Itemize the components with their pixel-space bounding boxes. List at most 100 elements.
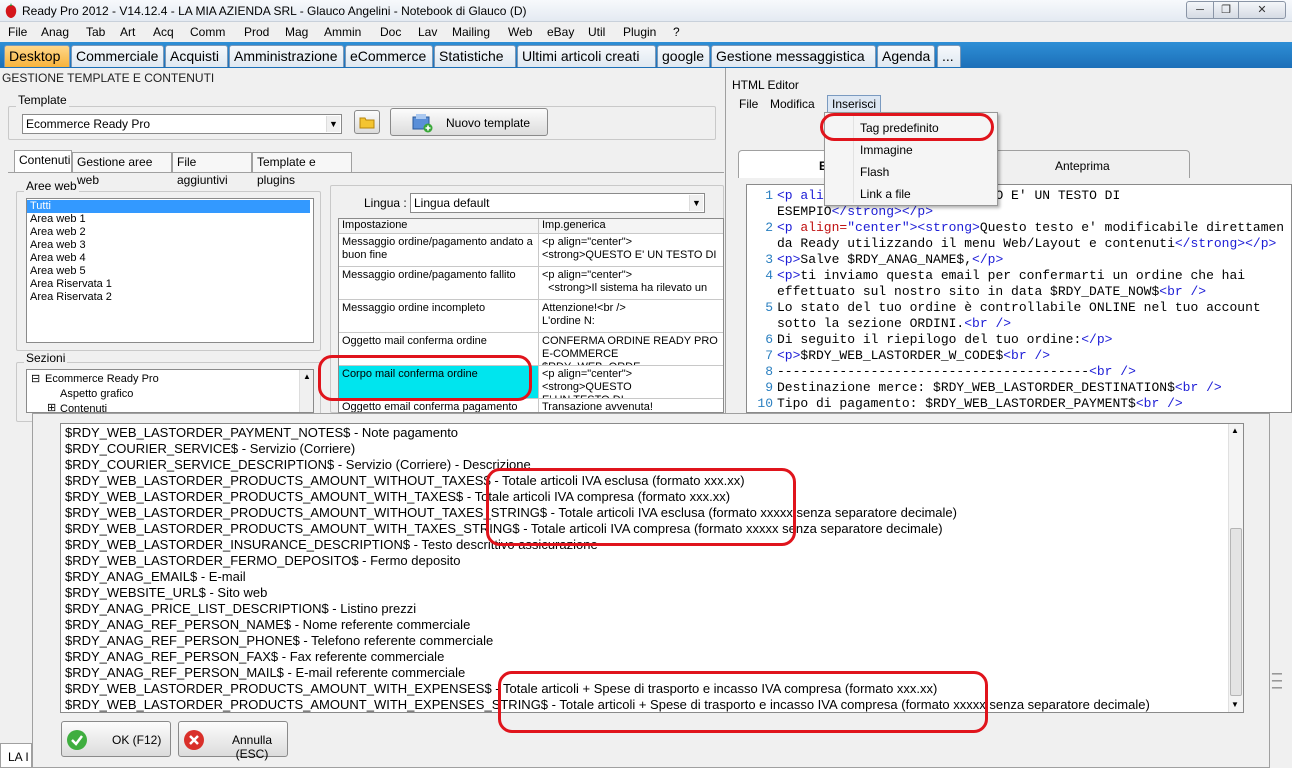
- tag-list[interactable]: $RDY_WEB_LASTORDER_PAYMENT_NOTES$ - Note…: [60, 423, 1244, 713]
- scroll-up-icon[interactable]: ▲: [1231, 426, 1239, 435]
- tab-amministrazione[interactable]: Amministrazione: [229, 45, 344, 67]
- subtab-template-e-plugins[interactable]: Template e plugins: [252, 152, 352, 187]
- menu-acq[interactable]: Acq: [153, 25, 174, 39]
- tag-list-item[interactable]: $RDY_ANAG_EMAIL$ - E-mail: [65, 569, 246, 585]
- list-item[interactable]: Area web 4: [27, 252, 313, 265]
- maximize-button[interactable]: ❐: [1213, 1, 1239, 19]
- subtab-contenuti[interactable]: Contenuti: [14, 150, 72, 172]
- tree-expand-icon[interactable]: ⊞: [47, 402, 56, 412]
- tab-commerciale[interactable]: Commerciale: [71, 45, 164, 67]
- sezioni-tree[interactable]: ⊟ Ecommerce Ready Pro Aspetto grafico ⊞ …: [26, 369, 314, 413]
- tag-list-scrollbar[interactable]: ▲ ▼: [1228, 424, 1243, 712]
- scroll-down-icon[interactable]: ▼: [1231, 700, 1239, 709]
- new-template-button[interactable]: Nuovo template: [390, 108, 548, 136]
- grid-cell[interactable]: CONFERMA ORDINE READY PRO E-COMMERCE $RD…: [539, 333, 723, 366]
- code-line-5b: sotto la sezione ORDINI.<br />: [777, 316, 1012, 331]
- grid-header[interactable]: Imp.generica: [539, 219, 723, 234]
- tag-list-item[interactable]: $RDY_ANAG_REF_PERSON_FAX$ - Fax referent…: [65, 649, 444, 665]
- tag-list-item[interactable]: $RDY_ANAG_REF_PERSON_PHONE$ - Telefono r…: [65, 633, 493, 649]
- list-item[interactable]: Tutti: [27, 200, 310, 213]
- grid-header[interactable]: Impostazione: [339, 219, 539, 234]
- menu-ammin[interactable]: Ammin: [324, 25, 361, 39]
- status-tab[interactable]: LA I: [0, 743, 32, 768]
- menu-plugin[interactable]: Plugin: [623, 25, 656, 39]
- code-editor[interactable]: <p ali UESTO E' UN TESTO DI ESEMPIO</str…: [746, 184, 1292, 413]
- close-button[interactable]: ✕: [1238, 1, 1286, 19]
- tab-more[interactable]: ...: [937, 45, 961, 67]
- menu-art[interactable]: Art: [120, 25, 135, 39]
- tree-node-contenuti[interactable]: Contenuti: [60, 403, 107, 412]
- menu-item-link-file[interactable]: Link a file: [860, 187, 911, 201]
- tab-google[interactable]: google: [657, 45, 710, 67]
- menu-mag[interactable]: Mag: [285, 25, 308, 39]
- list-item[interactable]: Area web 1: [27, 213, 313, 226]
- tab-statistiche[interactable]: Statistiche: [434, 45, 516, 67]
- menu-doc[interactable]: Doc: [380, 25, 401, 39]
- tree-node-aspetto[interactable]: Aspetto grafico: [60, 388, 133, 401]
- menu-comm[interactable]: Comm: [190, 25, 225, 39]
- open-folder-button[interactable]: [354, 110, 380, 134]
- chevron-down-icon[interactable]: ▼: [689, 195, 703, 211]
- list-item[interactable]: Area web 2: [27, 226, 313, 239]
- editor-menu-modifica[interactable]: Modifica: [770, 97, 815, 111]
- minimize-button[interactable]: ─: [1186, 1, 1214, 19]
- menu-ebay[interactable]: eBay: [547, 25, 574, 39]
- template-label: Template: [16, 93, 69, 107]
- menu-util[interactable]: Util: [588, 25, 605, 39]
- tab-acquisti[interactable]: Acquisti: [165, 45, 228, 67]
- tag-list-item[interactable]: $RDY_WEB_LASTORDER_FERMO_DEPOSITO$ - Fer…: [65, 553, 460, 569]
- grid-cell[interactable]: Transazione avvenuta!: [539, 399, 723, 412]
- editor-menu-file[interactable]: File: [739, 97, 758, 111]
- tree-scrollbar[interactable]: ▲: [299, 370, 313, 412]
- template-select[interactable]: Ecommerce Ready Pro ▼: [22, 114, 342, 134]
- editor-menu-inserisci[interactable]: Inserisci: [827, 95, 882, 113]
- grid-cell[interactable]: Messaggio ordine/pagamento andato a buon…: [339, 234, 539, 267]
- tag-list-item[interactable]: $RDY_ANAG_REF_PERSON_MAIL$ - E-mail refe…: [65, 665, 465, 681]
- menu-help[interactable]: ?: [673, 25, 680, 39]
- tag-list-item[interactable]: $RDY_COURIER_SERVICE$ - Servizio (Corrie…: [65, 441, 355, 457]
- grid-cell[interactable]: <p align="center"> <strong>Il sistema ha…: [539, 267, 723, 300]
- menu-prod[interactable]: Prod: [244, 25, 269, 39]
- menu-web[interactable]: Web: [508, 25, 532, 39]
- aree-web-list[interactable]: Tutti Area web 1 Area web 2 Area web 3 Area …: [26, 198, 314, 343]
- grid-cell[interactable]: <p align="center"><strong>QUESTO E' UN T…: [539, 366, 723, 399]
- cancel-button[interactable]: Annulla (ESC): [178, 721, 288, 761]
- subtab-gestione-aree-web[interactable]: Gestione aree web: [72, 152, 172, 187]
- list-item[interactable]: Area Riservata 2: [27, 291, 313, 304]
- subtab-file-aggiuntivi[interactable]: File aggiuntivi: [172, 152, 252, 187]
- grid-cell[interactable]: Attenzione!<br /> L'ordine N:: [539, 300, 723, 333]
- tag-list-item[interactable]: $RDY_WEBSITE_URL$ - Sito web: [65, 585, 267, 601]
- lingua-select[interactable]: Lingua default ▼: [410, 193, 705, 213]
- tag-list-item[interactable]: $RDY_ANAG_REF_PERSON_NAME$ - Nome refere…: [65, 617, 470, 633]
- menu-item-immagine[interactable]: Immagine: [860, 143, 913, 157]
- lingua-label: Lingua :: [364, 196, 407, 210]
- tab-gestione-messaggistica[interactable]: Gestione messaggistica: [711, 45, 876, 67]
- ok-button[interactable]: OK (F12): [61, 721, 171, 757]
- menu-anag[interactable]: Anag: [41, 25, 69, 39]
- menu-mailing[interactable]: Mailing: [452, 25, 490, 39]
- menu-file[interactable]: File: [8, 25, 27, 39]
- tab-ecommerce[interactable]: eCommerce: [345, 45, 433, 67]
- grid-cell[interactable]: Messaggio ordine incompleto: [339, 300, 539, 333]
- tag-list-item[interactable]: $RDY_ANAG_PRICE_LIST_DESCRIPTION$ - List…: [65, 601, 416, 617]
- scroll-thumb[interactable]: [1230, 528, 1242, 696]
- tag-list-item[interactable]: $RDY_WEB_LASTORDER_PAYMENT_NOTES$ - Note…: [65, 425, 458, 441]
- grid-cell[interactable]: Oggetto email conferma pagamento con: [339, 399, 539, 412]
- menu-lav[interactable]: Lav: [418, 25, 437, 39]
- list-item[interactable]: Area web 3: [27, 239, 313, 252]
- menu-item-flash[interactable]: Flash: [860, 165, 889, 179]
- tag-list-item[interactable]: $RDY_COURIER_SERVICE_DESCRIPTION$ - Serv…: [65, 457, 531, 473]
- tab-anteprima[interactable]: Anteprima: [989, 150, 1190, 178]
- grid-cell[interactable]: Messaggio ordine/pagamento fallito: [339, 267, 539, 300]
- menu-tab[interactable]: Tab: [86, 25, 105, 39]
- tab-desktop[interactable]: Desktop: [4, 45, 70, 67]
- chevron-down-icon[interactable]: ▼: [326, 116, 340, 132]
- splitter-grip-icon[interactable]: ─ ─ ─: [1272, 666, 1292, 700]
- list-item[interactable]: Area Riservata 1: [27, 278, 313, 291]
- tab-ultimi-articoli-creati[interactable]: Ultimi articoli creati: [517, 45, 656, 67]
- tree-collapse-icon[interactable]: ⊟: [31, 373, 40, 386]
- list-item[interactable]: Area web 5: [27, 265, 313, 278]
- grid-cell[interactable]: <p align="center"><strong>QUESTO E' UN T…: [539, 234, 723, 267]
- tab-agenda[interactable]: Agenda: [877, 45, 935, 67]
- tree-node-root[interactable]: Ecommerce Ready Pro: [45, 373, 159, 386]
